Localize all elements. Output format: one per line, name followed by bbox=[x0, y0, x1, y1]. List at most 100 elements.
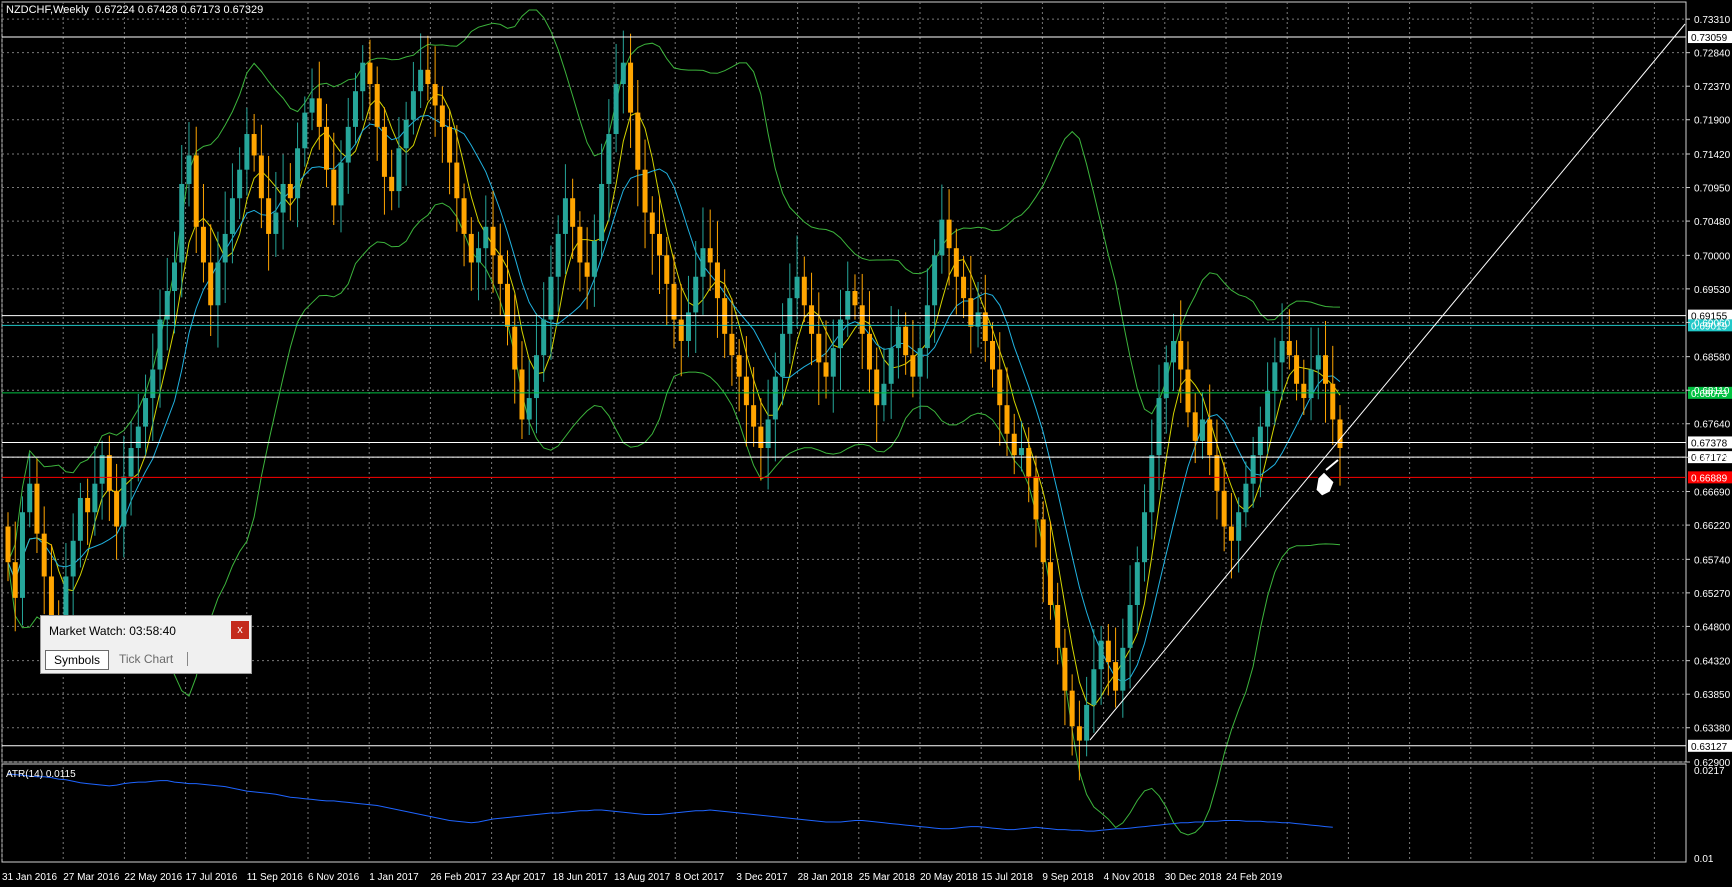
candle-body bbox=[816, 333, 822, 363]
price-tick-label: 0.69060 bbox=[1694, 318, 1731, 329]
candle-body bbox=[1113, 662, 1119, 691]
candle-body bbox=[736, 355, 742, 377]
candle-body bbox=[389, 176, 395, 192]
candle-body bbox=[490, 226, 496, 256]
candle-body bbox=[982, 312, 988, 341]
price-tick-label: 0.66220 bbox=[1694, 521, 1731, 532]
price-level-label: 0.66889 bbox=[1691, 473, 1728, 484]
candle-body bbox=[968, 298, 974, 327]
candle-body bbox=[519, 369, 525, 420]
candle-body bbox=[1011, 433, 1017, 456]
price-tick-label: 0.69530 bbox=[1694, 285, 1731, 296]
time-tick-label: 3 Dec 2017 bbox=[736, 872, 788, 883]
time-tick-label: 15 Jul 2018 bbox=[981, 872, 1033, 883]
price-tick-label: 0.66690 bbox=[1694, 488, 1731, 499]
candle-body bbox=[215, 262, 221, 306]
candle-body bbox=[345, 126, 351, 163]
candle-body bbox=[751, 405, 757, 427]
price-level-label: 0.67378 bbox=[1691, 438, 1728, 449]
atr-label: ATR(14) 0.0115 bbox=[6, 769, 76, 780]
close-icon[interactable]: x bbox=[231, 621, 249, 639]
candle-body bbox=[584, 262, 590, 277]
candle-body bbox=[693, 276, 699, 313]
candle-body bbox=[526, 398, 532, 420]
bollinger-bands bbox=[7, 9, 1341, 836]
candle-body bbox=[1120, 647, 1126, 691]
candle-body bbox=[946, 219, 952, 249]
candle-body bbox=[1279, 340, 1285, 363]
price-tick-label: 0.73310 bbox=[1694, 15, 1731, 26]
market-watch-panel[interactable]: Market Watch: 03:58:40 x Symbols Tick Ch… bbox=[40, 615, 252, 674]
candle-body bbox=[1199, 419, 1205, 441]
candle-body bbox=[1084, 704, 1090, 741]
candle-body bbox=[1323, 355, 1329, 384]
candle-body bbox=[12, 562, 18, 598]
candle-body bbox=[1004, 405, 1010, 434]
candle-body bbox=[555, 233, 561, 277]
candle-body bbox=[302, 112, 308, 149]
time-tick-label: 30 Dec 2018 bbox=[1165, 872, 1222, 883]
candle-body bbox=[5, 526, 11, 563]
candle-body bbox=[606, 134, 612, 184]
price-tick-label: 0.68580 bbox=[1694, 353, 1731, 364]
tab-tick-chart[interactable]: Tick Chart bbox=[111, 650, 181, 668]
candle-body bbox=[570, 198, 576, 227]
candle-body bbox=[1142, 512, 1148, 563]
candle-body bbox=[1250, 455, 1256, 484]
candle-body bbox=[1192, 412, 1198, 441]
atr-panel bbox=[7, 773, 1333, 832]
time-tick-label: 17 Jul 2016 bbox=[186, 872, 238, 883]
candle-body bbox=[1337, 419, 1343, 449]
candle-body bbox=[439, 105, 445, 127]
candle-body bbox=[859, 305, 865, 334]
price-tick-label: 0.63380 bbox=[1694, 724, 1731, 735]
candle-body bbox=[425, 69, 431, 85]
candle-body bbox=[895, 326, 901, 349]
candle-body bbox=[533, 355, 539, 399]
candle-body bbox=[830, 348, 836, 377]
candle-body bbox=[1178, 340, 1184, 370]
candle-body bbox=[1286, 340, 1292, 356]
candle-body bbox=[548, 276, 554, 320]
candle-body bbox=[150, 369, 156, 399]
candle-body bbox=[476, 248, 482, 263]
candle-body bbox=[70, 540, 76, 577]
candle-body bbox=[613, 84, 619, 135]
candle-body bbox=[700, 248, 706, 277]
candle-body bbox=[244, 134, 250, 170]
candle-body bbox=[251, 134, 257, 156]
candle-body bbox=[1308, 369, 1314, 399]
price-tick-label: 0.71900 bbox=[1694, 116, 1731, 127]
price-tick-label: 0.68110 bbox=[1694, 386, 1730, 397]
candle-body bbox=[657, 233, 663, 256]
candle-body bbox=[1062, 647, 1068, 691]
candle-body bbox=[649, 212, 655, 234]
candle-body bbox=[917, 348, 923, 377]
candle-body bbox=[324, 126, 330, 170]
candle-body bbox=[367, 62, 373, 85]
chart-canvas[interactable]: 0.730590.691550.690190.680730.673780.671… bbox=[0, 0, 1732, 887]
candle-body bbox=[77, 497, 83, 541]
candle-body bbox=[461, 198, 467, 234]
candle-body bbox=[1149, 455, 1155, 513]
candle-body bbox=[352, 91, 358, 127]
candle-body bbox=[577, 226, 583, 263]
trendlines[interactable] bbox=[1089, 23, 1686, 741]
candle-body bbox=[852, 291, 858, 306]
candle-body bbox=[85, 497, 91, 513]
atr-frame bbox=[1, 763, 1687, 863]
price-tick-label: 0.67170 bbox=[1694, 453, 1731, 464]
candle-body bbox=[316, 98, 322, 127]
candle-body bbox=[685, 312, 691, 341]
candle-body bbox=[1055, 605, 1061, 648]
tab-symbols[interactable]: Symbols bbox=[45, 650, 110, 670]
candle-body bbox=[801, 276, 807, 306]
candle-body bbox=[121, 476, 127, 527]
candle-body bbox=[483, 226, 489, 249]
market-watch-tabs: Symbols Tick Chart bbox=[45, 650, 245, 670]
candle-body bbox=[758, 426, 764, 449]
candle-body bbox=[1098, 640, 1104, 670]
candle-body bbox=[1265, 390, 1271, 427]
candle-body bbox=[707, 248, 713, 263]
candle-body bbox=[1228, 526, 1234, 541]
